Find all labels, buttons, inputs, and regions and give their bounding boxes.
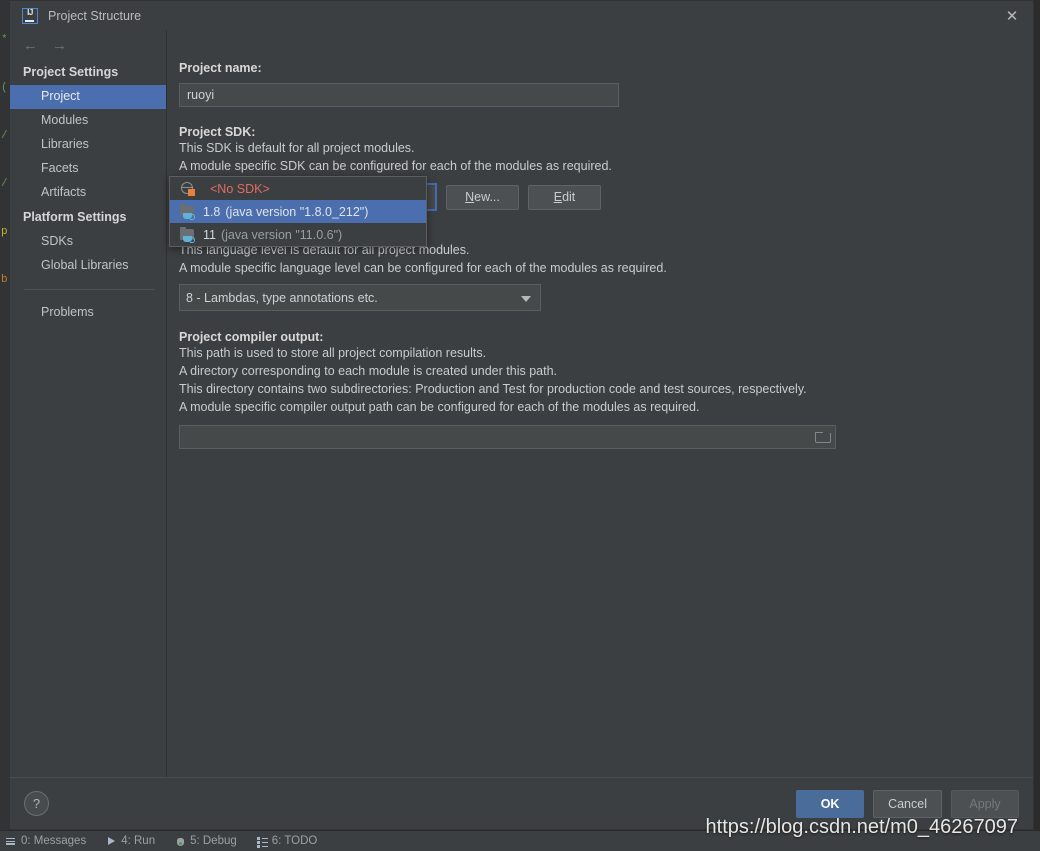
status-bar-item-label: 0: Messages <box>21 835 87 847</box>
sdk-dropdown-item-java-11[interactable]: 11 (java version "11.0.6") <box>170 223 426 246</box>
dialog-body: ← → Project Settings Project Modules Lib… <box>10 30 1033 777</box>
sdk-dropdown-item-label: <No SDK> <box>210 181 270 196</box>
help-button-label: ? <box>32 796 41 811</box>
project-sdk-description-line-2: A module specific SDK can be configured … <box>179 159 612 173</box>
ide-status-bar: 0: Messages 4: Run 5: Debug 6: TODO <box>0 830 1040 851</box>
project-structure-dialog: Project Structure ✕ ← → Project Settings… <box>9 0 1034 830</box>
dialog-footer: ? OK Cancel Apply <box>10 777 1033 829</box>
project-compiler-output-description-line-3: This directory contains two subdirectori… <box>179 382 807 396</box>
sdk-dropdown-item-detail: (java version "1.8.0_212") <box>225 204 369 219</box>
sdk-dropdown-item-label: 11 <box>203 227 216 242</box>
java-sdk-icon <box>180 227 196 243</box>
no-sdk-icon <box>180 181 196 196</box>
sidebar-navigation-arrows: ← → <box>10 30 166 60</box>
sdk-dropdown-item-no-sdk[interactable]: <No SDK> <box>170 177 426 200</box>
sdk-dropdown-item-detail: (java version "11.0.6") <box>220 227 343 242</box>
settings-sidebar: ← → Project Settings Project Modules Lib… <box>10 30 167 777</box>
ok-button[interactable]: OK <box>796 789 865 818</box>
edit-sdk-button[interactable]: Edit <box>528 184 601 210</box>
arrow-right-icon[interactable]: → <box>52 38 67 53</box>
project-name-label: Project name: <box>179 61 262 75</box>
project-settings-panel: Project name: ruoyi Project SDK: This SD… <box>167 30 1033 777</box>
apply-button[interactable]: Apply <box>951 789 1019 818</box>
project-compiler-output-description-line-1: This path is used to store all project c… <box>179 346 487 360</box>
sidebar-item-facets[interactable]: Facets <box>10 157 166 181</box>
sidebar-item-sdks[interactable]: SDKs <box>10 230 166 254</box>
sidebar-item-libraries[interactable]: Libraries <box>10 133 166 157</box>
status-bar-item-label: 4: Run <box>121 835 156 847</box>
status-bar-item-label: 5: Debug <box>190 835 237 847</box>
intellij-idea-logo-icon <box>22 7 38 24</box>
sidebar-divider <box>24 289 154 290</box>
sidebar-item-project[interactable]: Project <box>10 85 166 109</box>
project-name-value: ruoyi <box>187 88 215 102</box>
cancel-button[interactable]: Cancel <box>873 789 942 818</box>
status-bar-item-debug[interactable]: 5: Debug <box>169 831 251 851</box>
status-bar-item-run[interactable]: 4: Run <box>100 831 169 851</box>
project-compiler-output-input[interactable] <box>179 425 836 449</box>
sidebar-item-modules[interactable]: Modules <box>10 109 166 133</box>
sdk-dropdown-item-label: 1.8 <box>203 204 221 219</box>
arrow-left-icon[interactable]: ← <box>23 38 38 53</box>
chevron-down-icon <box>521 295 531 302</box>
project-sdk-description-line-1: This SDK is default for all project modu… <box>179 141 415 155</box>
close-icon[interactable]: ✕ <box>1003 7 1021 25</box>
sidebar-group-project-settings: Project Settings <box>23 65 119 79</box>
screen-root: * ( / / p b u P e · · S r r r · · · · ss… <box>0 0 1040 851</box>
sidebar-group-platform-settings: Platform Settings <box>23 210 127 224</box>
project-sdk-dropdown-list[interactable]: <No SDK> 1.8 (java version "1.8.0_212") <box>169 176 427 247</box>
sidebar-item-global-libraries[interactable]: Global Libraries <box>10 254 166 278</box>
dialog-action-buttons: OK Cancel Apply <box>796 789 1019 818</box>
java-sdk-icon <box>180 204 196 220</box>
project-language-level-value: 8 - Lambdas, type annotations etc. <box>186 290 378 305</box>
project-language-level-description-line-2: A module specific language level can be … <box>179 261 667 275</box>
project-language-level-combobox[interactable]: 8 - Lambdas, type annotations etc. <box>179 284 541 311</box>
project-compiler-output-description-line-4: A module specific compiler output path c… <box>179 400 700 414</box>
project-compiler-output-label: Project compiler output: <box>179 330 324 344</box>
todo-icon <box>256 836 268 847</box>
debug-icon <box>175 836 186 847</box>
status-bar-item-label: 6: TODO <box>271 835 318 847</box>
sdk-dropdown-item-java-1-8[interactable]: 1.8 (java version "1.8.0_212") <box>170 200 426 223</box>
help-icon[interactable]: ? <box>24 791 49 816</box>
messages-icon <box>6 836 17 847</box>
status-bar-item-messages[interactable]: 0: Messages <box>0 831 100 851</box>
folder-browse-icon[interactable] <box>815 431 831 443</box>
project-name-input[interactable]: ruoyi <box>179 83 619 107</box>
sidebar-item-problems[interactable]: Problems <box>10 301 166 325</box>
run-icon <box>106 836 117 847</box>
project-sdk-label: Project SDK: <box>179 125 256 139</box>
status-bar-item-todo[interactable]: 6: TODO <box>251 831 332 851</box>
sidebar-item-artifacts[interactable]: Artifacts <box>10 181 166 205</box>
dialog-title: Project Structure <box>48 8 142 23</box>
new-sdk-button[interactable]: New... <box>446 184 519 210</box>
dialog-titlebar: Project Structure ✕ <box>10 1 1033 30</box>
project-compiler-output-description-line-2: A directory corresponding to each module… <box>179 364 557 378</box>
